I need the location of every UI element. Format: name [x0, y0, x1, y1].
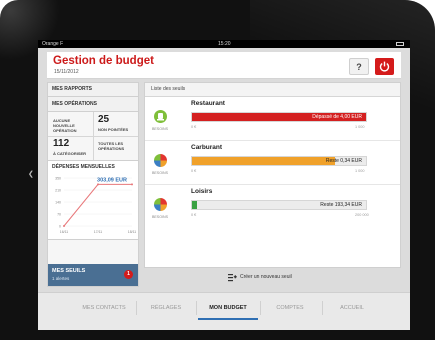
- y-tick-label: 350: [55, 177, 61, 181]
- chart-title: DÉPENSES MENSUELLES: [52, 164, 115, 170]
- prev-arrow-icon[interactable]: ❮: [28, 170, 34, 178]
- tab-separator: [322, 301, 323, 315]
- seuil-progress-bar: Reste 193,34 EUR: [191, 200, 367, 210]
- tab-contacts[interactable]: MES CONTACTS: [76, 298, 132, 318]
- pie-chart-icon: [154, 154, 167, 167]
- tab-separator: [196, 301, 197, 315]
- y-tick-label: 70: [57, 213, 61, 217]
- seuil-bar-text: Reste 0,34 EUR: [325, 158, 362, 164]
- tab-reglages[interactable]: RÉGLAGES: [138, 298, 194, 318]
- seuil-bar-text: Dépassé de 4,00 EUR: [312, 114, 362, 120]
- row-divider: [145, 184, 400, 185]
- clock: 15:20: [218, 41, 231, 47]
- scale-max: 1 000: [355, 125, 365, 129]
- tab-separator: [136, 301, 137, 315]
- rapports-link[interactable]: MES RAPPORTS: [48, 83, 138, 97]
- seuils-title: MES SEUILS: [52, 268, 86, 274]
- data-point: [63, 225, 65, 227]
- create-seuil-label: Créer un nouveau seuil: [240, 274, 292, 280]
- operations-grid: AUCUNE NOUVELLE OPÉRATION 25 NON POINTÉE…: [48, 112, 138, 161]
- app-header: Gestion de budget 15/11/2012 ?: [47, 52, 401, 79]
- alert-badge: 1: [124, 270, 133, 279]
- ipad-screen: Orange F 15:20 Gestion de budget 15/11/2…: [38, 40, 410, 330]
- seuil-progress-bar: Dépassé de 4,00 EUR: [191, 112, 367, 122]
- series-line: [63, 183, 132, 227]
- op-count-unchecked[interactable]: 25: [98, 114, 109, 125]
- seuil-name: Carburant: [191, 144, 223, 151]
- seuil-icon-label: BESOINS: [152, 215, 168, 219]
- create-seuil-button[interactable]: Créer un nouveau seuil: [144, 267, 401, 287]
- seuil-progress-fill: [192, 201, 198, 209]
- op-cell-new[interactable]: AUCUNE NOUVELLE OPÉRATION: [53, 118, 91, 133]
- y-tick-label: 210: [55, 189, 61, 193]
- left-panel: MES RAPPORTS MES OPÉRATIONS AUCUNE NOUVE…: [47, 82, 139, 287]
- page-date: 15/11/2012: [54, 69, 79, 75]
- x-tick-label: 18/11: [128, 230, 137, 234]
- seuil-progress-bar: Reste 0,34 EUR: [191, 156, 367, 166]
- op-cell-all[interactable]: TOUTES LES OPÉRATIONS: [98, 141, 134, 151]
- y-tick-label: 0: [59, 225, 61, 229]
- power-icon: [379, 61, 390, 72]
- row-divider: [145, 140, 400, 141]
- add-list-icon: [228, 274, 237, 282]
- op-label-uncategorized: À CATÉGORISER: [53, 151, 87, 156]
- tab-accueil[interactable]: ACCUEIL: [324, 298, 380, 318]
- x-tick-label: 16/11: [60, 230, 69, 234]
- seuils-summary[interactable]: MES SEUILS 1 alertes 1: [48, 264, 138, 286]
- seuil-icon-label: BESOINS: [152, 127, 168, 131]
- grid-divider: [48, 136, 138, 137]
- tab-budget[interactable]: MON BUDGET: [198, 298, 258, 320]
- battery-icon: [396, 42, 404, 46]
- seuil-bar-text: Reste 193,34 EUR: [320, 202, 362, 208]
- scale-max: 200 000: [355, 213, 369, 217]
- tab-separator: [260, 301, 261, 315]
- seuils-subtitle: 1 alertes: [52, 276, 70, 281]
- seuil-name: Restaurant: [191, 100, 225, 107]
- seuil-carburant[interactable]: BESOINS Carburant Reste 0,34 EUR 0 € 1 0…: [145, 144, 400, 184]
- y-tick-label: 140: [55, 201, 61, 205]
- carrier-label: Orange F: [42, 41, 64, 47]
- operations-header[interactable]: MES OPÉRATIONS: [48, 97, 138, 112]
- page-title: Gestion de budget: [53, 55, 154, 67]
- scale-min: 0 €: [191, 125, 197, 129]
- seuil-progress-fill: [192, 157, 335, 165]
- seuil-restaurant[interactable]: BESOINS Restaurant Dépassé de 4,00 EUR 0…: [145, 100, 400, 140]
- x-tick-label: 17/11: [94, 230, 103, 234]
- seuil-loisirs[interactable]: BESOINS Loisirs Reste 193,34 EUR 0 € 200…: [145, 188, 400, 228]
- seuil-name: Loisirs: [191, 188, 213, 195]
- bottom-tab-bar: MES CONTACTS RÉGLAGES MON BUDGET COMPTES…: [38, 292, 410, 330]
- scale-min: 0 €: [191, 169, 197, 173]
- monthly-spend-chart[interactable]: DÉPENSES MENSUELLES 350 210 140 70 0 16/11 17/…: [48, 161, 138, 240]
- seuils-list-header: Liste des seuils: [145, 83, 400, 97]
- ipad-device-frame: ❮ ❯ Orange F 15:20 Gestion de budget 15/…: [0, 0, 435, 340]
- pie-chart-icon: [154, 198, 167, 211]
- data-point: [131, 183, 133, 186]
- op-label-unchecked: NON POINTÉES: [98, 127, 129, 132]
- restaurant-icon: [154, 110, 167, 123]
- help-button[interactable]: ?: [349, 58, 369, 75]
- scale-max: 1 000: [355, 169, 365, 173]
- tab-comptes[interactable]: COMPTES: [262, 298, 318, 318]
- status-bar: Orange F 15:20: [38, 40, 410, 48]
- chart-svg: 350 210 140 70 016/11 17/11 18/11 303,09 EUR: [55, 177, 137, 235]
- right-panel: Liste des seuils BESOINS Restaurant Dépa…: [144, 82, 401, 287]
- op-count-uncategorized[interactable]: 112: [53, 138, 69, 149]
- chart-annotation: 303,09 EUR: [97, 177, 127, 183]
- scale-min: 0 €: [191, 213, 197, 217]
- logout-button[interactable]: [375, 58, 394, 75]
- data-point: [97, 183, 99, 186]
- seuil-icon-label: BESOINS: [152, 171, 168, 175]
